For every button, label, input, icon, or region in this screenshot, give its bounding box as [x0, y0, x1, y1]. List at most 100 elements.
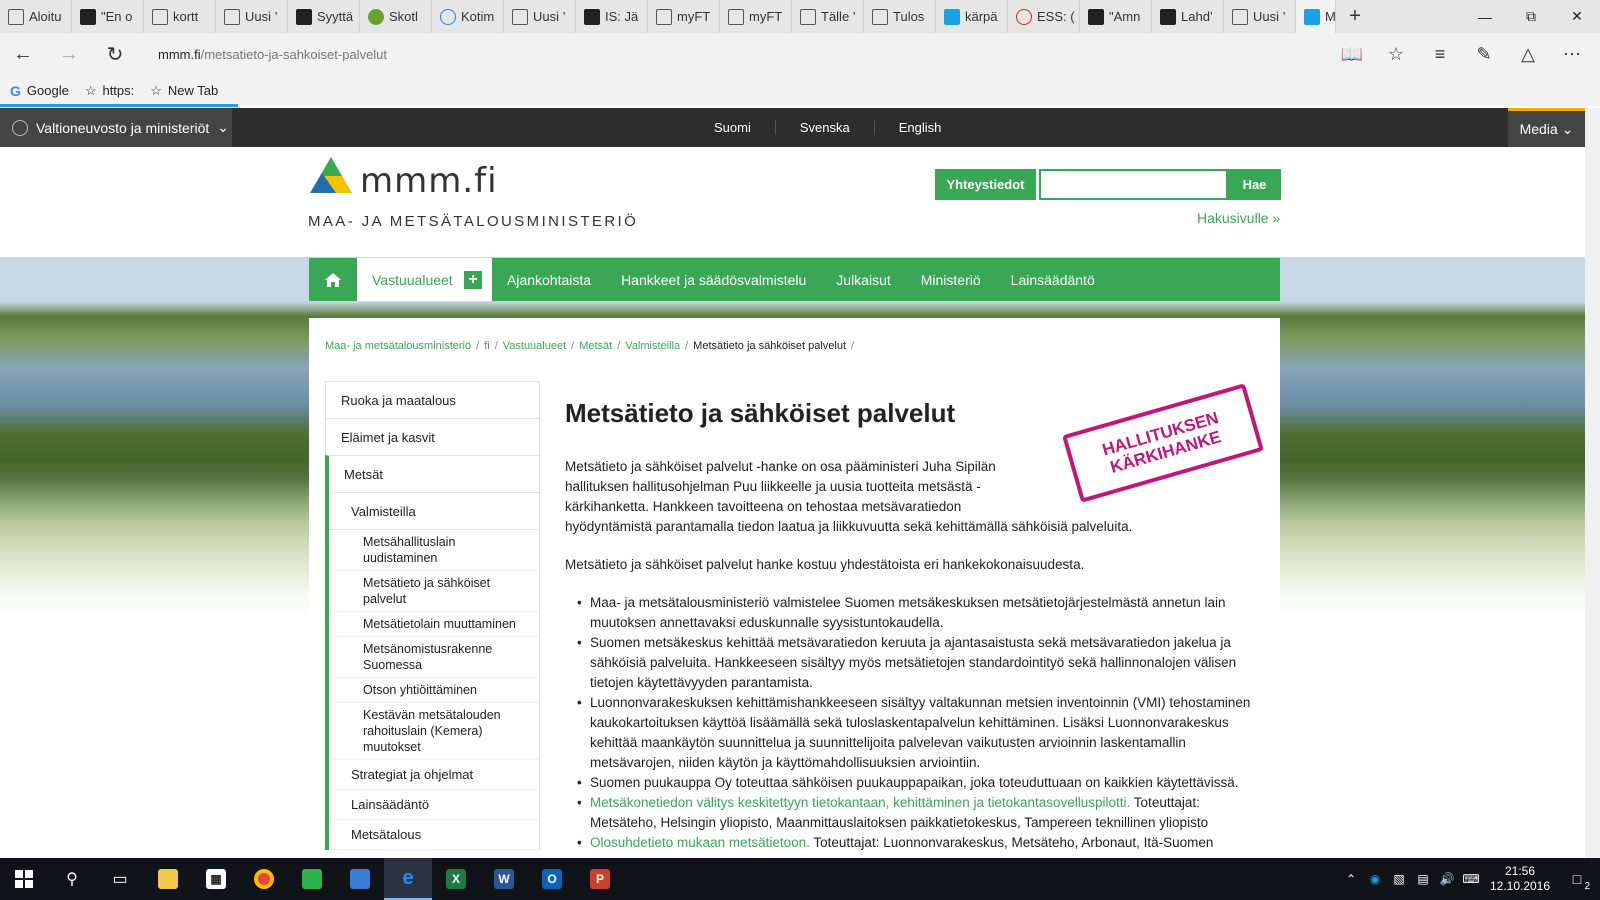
favorite-star-icon[interactable]: ☆	[1374, 33, 1418, 75]
forward-button[interactable]: →	[46, 33, 92, 75]
browser-tab[interactable]: Uusi ’	[216, 0, 288, 33]
clock-time: 21:56	[1504, 864, 1536, 878]
powerpoint-icon[interactable]: P	[576, 858, 624, 900]
browser-tab[interactable]: kortt	[144, 0, 216, 33]
search-input[interactable]	[1039, 169, 1228, 200]
browser-tab[interactable]: kärpä	[936, 0, 1008, 33]
browser-tab[interactable]: Tälle ’	[792, 0, 864, 33]
breadcrumb-link[interactable]: fi	[484, 340, 490, 352]
intro-paragraph-end: hyödyntämistä parantamalla tiedon laatua…	[565, 519, 1133, 534]
chrome-icon[interactable]	[240, 858, 288, 900]
browser-tab[interactable]: Uusi ’	[504, 0, 576, 33]
sidebar-item-valmisteilla[interactable]: Valmisteilla	[329, 492, 539, 530]
close-icon[interactable]: ✕	[1554, 0, 1600, 33]
gov-menu-button[interactable]: Valtioneuvosto ja ministeriöt ⌄	[0, 108, 232, 147]
wifi-app-icon[interactable]: ◉	[1368, 872, 1382, 886]
nav-lainsaadanto[interactable]: Lainsäädäntö	[996, 258, 1110, 301]
star-icon: ☆	[150, 82, 162, 98]
sidebar-item-metsat[interactable]: Metsät	[325, 455, 540, 492]
clock[interactable]: 21:56 12.10.2016	[1488, 864, 1552, 894]
sidebar-item[interactable]: Lainsäädäntö	[329, 790, 539, 820]
browser-tab[interactable]: "En o	[72, 0, 144, 33]
outlook-icon[interactable]: O	[528, 858, 576, 900]
favorite-label: New Tab	[167, 83, 219, 98]
browser-tab[interactable]: Tulos	[864, 0, 936, 33]
browser-tab[interactable]: ESS: (	[1008, 0, 1080, 33]
browser-tab[interactable]: Lahd’	[1152, 0, 1224, 33]
breadcrumb-link[interactable]: Metsät	[579, 340, 612, 352]
lang-svenska[interactable]: Svenska	[776, 120, 875, 135]
edge-icon[interactable]: e	[384, 858, 432, 900]
lang-suomi[interactable]: Suomi	[690, 120, 776, 135]
sidebar-item-ruoka[interactable]: Ruoka ja maatalous	[325, 381, 540, 418]
media-menu-button[interactable]: Media ⌄	[1508, 108, 1585, 147]
start-button[interactable]	[0, 858, 48, 900]
page-scrollbar[interactable]	[1585, 108, 1600, 858]
nav-hankkeet[interactable]: Hankkeet ja säädösvalmistelu	[606, 258, 821, 301]
browser-tab[interactable]: Kotim	[432, 0, 504, 33]
nav-vastuualueet[interactable]: Vastuualueet +	[357, 258, 492, 301]
browser-tab[interactable]: myFT	[720, 0, 792, 33]
breadcrumb-link[interactable]: Maa- ja metsätalousministeriö	[325, 340, 471, 352]
remote-desktop-icon[interactable]	[336, 858, 384, 900]
sidebar-subitem[interactable]: Metsänomistusrakenne Suomessa	[329, 637, 539, 678]
sidebar-item-elaimet[interactable]: Eläimet ja kasvit	[325, 418, 540, 455]
nav-ministerio[interactable]: Ministeriö	[906, 258, 996, 301]
word-icon[interactable]: W	[480, 858, 528, 900]
contact-button[interactable]: Yhteystiedot	[935, 169, 1036, 200]
task-view-icon[interactable]: ▭	[96, 858, 144, 900]
browser-tab[interactable]: "Amn	[1080, 0, 1152, 33]
minimize-icon[interactable]: —	[1462, 0, 1508, 33]
app-green-icon[interactable]	[288, 858, 336, 900]
nav-ajankohtaista[interactable]: Ajankohtaista	[492, 258, 606, 301]
favorite-google[interactable]: G Google	[10, 83, 69, 99]
lang-english[interactable]: English	[875, 120, 966, 135]
nav-julkaisut[interactable]: Julkaisut	[821, 258, 905, 301]
browser-tab[interactable]: Aloitu	[0, 0, 72, 33]
browser-tab[interactable]: IS: Jä	[576, 0, 648, 33]
tablet-icon[interactable]: ▧	[1392, 872, 1406, 886]
keyboard-icon[interactable]: ⌨	[1462, 872, 1479, 886]
search-button[interactable]: Hae	[1228, 169, 1281, 200]
expand-plus-icon[interactable]: +	[464, 270, 482, 289]
search-icon[interactable]: ⚲	[48, 858, 96, 900]
more-icon[interactable]: ⋯	[1550, 33, 1594, 75]
excel-icon[interactable]: X	[432, 858, 480, 900]
browser-tab[interactable]: Syyttä	[288, 0, 360, 33]
sidebar-subitem[interactable]: Kestävän metsätalouden rahoituslain (Kem…	[329, 703, 539, 760]
notification-center-button[interactable]: □ 2	[1562, 864, 1592, 894]
sidebar-subitem[interactable]: Otson yhtiöittäminen	[329, 678, 539, 703]
home-button[interactable]	[309, 258, 357, 301]
volume-icon[interactable]: 🔊	[1440, 872, 1455, 886]
share-icon[interactable]: △	[1506, 33, 1550, 75]
browser-tab[interactable]: Uusi ’	[1224, 0, 1296, 33]
hub-icon[interactable]: ≡	[1418, 33, 1462, 75]
web-note-icon[interactable]: ✎	[1462, 33, 1506, 75]
new-tab-button[interactable]: +	[1336, 0, 1374, 33]
network-icon[interactable]: ▤	[1416, 872, 1430, 886]
search-page-link[interactable]: Hakusivulle »	[1197, 210, 1280, 226]
file-explorer-icon[interactable]	[144, 858, 192, 900]
browser-tab-active[interactable]: M	[1296, 0, 1336, 33]
project-link[interactable]: Olosuhdetieto mukaan metsätietoon.	[590, 835, 810, 850]
refresh-button[interactable]: ↻	[92, 33, 138, 75]
browser-tab[interactable]: Skotl	[360, 0, 432, 33]
breadcrumb-link[interactable]: Vastuualueet	[503, 340, 566, 352]
back-button[interactable]: ←	[0, 33, 46, 75]
favorite-https[interactable]: ☆ https:	[85, 83, 134, 99]
project-list: Maa- ja metsätalousministeriö valmistele…	[565, 593, 1265, 853]
reading-view-icon[interactable]: 📖	[1330, 33, 1374, 75]
sidebar-subitem[interactable]: Metsätieto ja sähköiset palvelut	[329, 571, 539, 612]
url-field[interactable]: mmm.fi/metsatieto-ja-sahkoiset-palvelut	[158, 47, 1330, 62]
browser-tab[interactable]: myFT	[648, 0, 720, 33]
store-icon[interactable]: ▦	[192, 858, 240, 900]
sidebar-subitem[interactable]: Metsätietolain muuttaminen	[329, 612, 539, 637]
sidebar-subitem[interactable]: Metsähallituslain uudistaminen	[329, 530, 539, 571]
project-link[interactable]: Metsäkonetiedon välitys keskitettyyn tie…	[590, 795, 1130, 810]
chevron-up-icon[interactable]: ⌃	[1344, 872, 1358, 886]
restore-icon[interactable]: ⧉	[1508, 0, 1554, 33]
breadcrumb-link[interactable]: Valmisteilla	[625, 340, 680, 352]
favorite-new-tab[interactable]: ☆ New Tab	[150, 83, 218, 99]
sidebar-item[interactable]: Strategiat ja ohjelmat	[329, 760, 539, 790]
sidebar-item[interactable]: Metsätalous	[329, 820, 539, 850]
